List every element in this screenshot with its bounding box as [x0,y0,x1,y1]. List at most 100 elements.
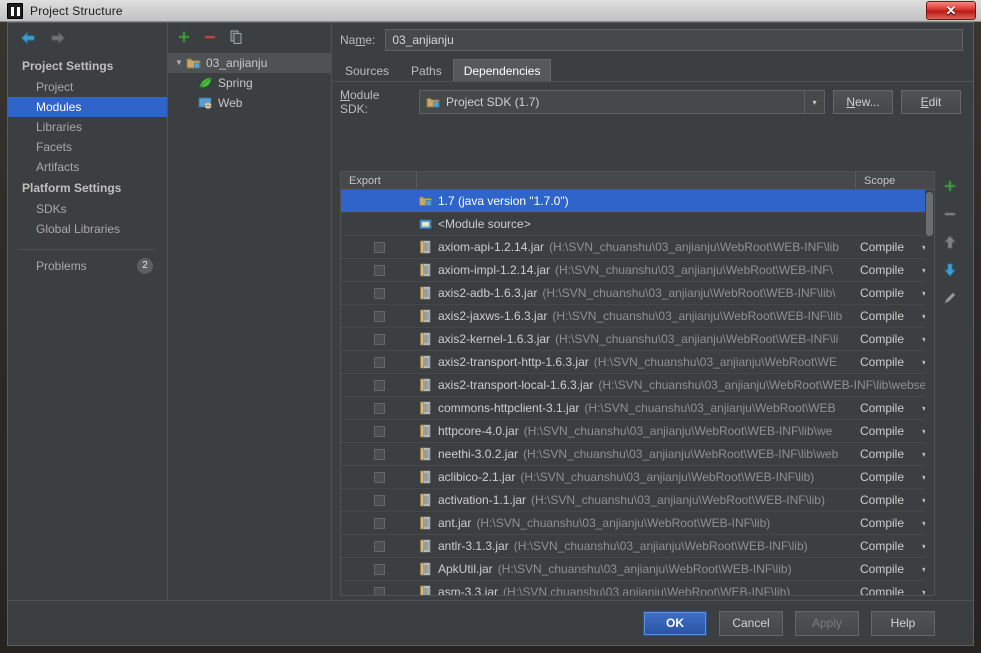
sidebar-item-project[interactable]: Project [8,77,167,97]
table-scrollbar[interactable] [925,190,934,595]
table-row[interactable]: axiom-impl-1.2.14.jar (H:\SVN_chuanshu\03… [341,259,934,282]
column-header-scope[interactable]: Scope [856,172,934,189]
copy-icon[interactable] [228,29,244,45]
table-row[interactable]: axiom-api-1.2.14.jar (H:\SVN_chuanshu\03_… [341,236,934,259]
column-header-export[interactable]: Export [341,172,417,189]
export-checkbox[interactable] [373,563,385,575]
tree-node-module[interactable]: ▼ 03_anjianju [168,53,331,73]
scope-value: Compile [860,309,905,323]
export-checkbox[interactable] [373,540,385,552]
dependency-name-cell: antlr-3.1.3.jar (H:\SVN_chuanshu\03_anjia… [417,539,856,553]
tab-paths[interactable]: Paths [400,59,453,81]
table-row[interactable]: antlr-3.1.3.jar (H:\SVN_chuanshu\03_anjia… [341,535,934,558]
export-checkbox[interactable] [373,448,385,460]
dependency-name: antlr-3.1.3.jar [438,539,509,553]
edit-sdk-button[interactable]: Edit [901,90,961,114]
table-row[interactable]: 1.7 (java version "1.7.0") [341,190,934,213]
export-cell [341,264,417,276]
ok-button[interactable]: OK [643,610,707,636]
scope-cell[interactable]: Compile ▾ [856,401,934,415]
export-checkbox[interactable] [373,517,385,529]
sidebar-item-problems[interactable]: Problems 2 [8,256,167,276]
edit-dependency-button[interactable] [941,289,959,307]
scope-cell[interactable]: Compile ▾ [856,424,934,438]
dependency-name-cell: httpcore-4.0.jar (H:\SVN_chuanshu\03_anji… [417,424,856,438]
chevron-down-icon[interactable]: ▼ [172,53,186,73]
module-sdk-row: Module SDK: Project SDK (1.7) ▾ New... E… [332,82,973,122]
scope-cell[interactable]: Compile ▾ [856,493,934,507]
scope-cell[interactable]: Compile ▾ [856,355,934,369]
table-row[interactable]: ApkUtil.jar (H:\SVN_chuanshu\03_anjianju\… [341,558,934,581]
cancel-button[interactable]: Cancel [719,610,783,636]
sidebar-item-facets[interactable]: Facets [8,137,167,157]
add-dependency-button[interactable] [941,177,959,195]
table-row[interactable]: <Module source> [341,213,934,236]
tab-dependencies[interactable]: Dependencies [452,59,552,81]
module-name-label: Name: [340,33,376,47]
export-checkbox[interactable] [373,333,385,345]
table-row[interactable]: ant.jar (H:\SVN_chuanshu\03_anjianju\WebR… [341,512,934,535]
dependency-name-cell: <Module source> [417,217,856,231]
column-header-name[interactable] [417,172,856,189]
export-checkbox[interactable] [373,379,385,391]
scope-cell[interactable]: Compile ▾ [856,240,934,254]
scope-cell[interactable]: Compile ▾ [856,309,934,323]
minus-icon[interactable] [202,29,218,45]
sidebar-group-project-settings: Project Settings [22,59,114,73]
export-checkbox[interactable] [373,241,385,253]
table-row[interactable]: axis2-transport-local-1.6.3.jar (H:\SVN_c… [341,374,934,397]
sidebar-item-sdks[interactable]: SDKs [8,199,167,219]
scope-value: Compile [860,332,905,346]
sidebar-item-global-libraries[interactable]: Global Libraries [8,219,167,239]
table-row[interactable]: activation-1.1.jar (H:\SVN_chuanshu\03_an… [341,489,934,512]
export-checkbox[interactable] [373,264,385,276]
scope-cell[interactable]: Compile ▾ [856,286,934,300]
tree-node-web[interactable]: Web [168,93,331,113]
tab-sources[interactable]: Sources [334,59,400,81]
table-row[interactable]: aclibico-2.1.jar (H:\SVN_chuanshu\03_anji… [341,466,934,489]
table-row[interactable]: neethi-3.0.2.jar (H:\SVN_chuanshu\03_anji… [341,443,934,466]
export-checkbox[interactable] [373,586,385,595]
help-button[interactable]: Help [871,610,935,636]
tree-node-spring[interactable]: Spring [168,73,331,93]
sidebar-item-artifacts[interactable]: Artifacts [8,157,167,177]
export-checkbox[interactable] [373,310,385,322]
scope-cell[interactable]: Compile ▾ [856,332,934,346]
table-row[interactable]: commons-httpclient-3.1.jar (H:\SVN_chuans… [341,397,934,420]
table-row[interactable]: axis2-jaxws-1.6.3.jar (H:\SVN_chuanshu\03… [341,305,934,328]
scope-cell[interactable]: Compile ▾ [856,585,934,595]
module-name-input[interactable] [385,29,963,51]
plus-icon[interactable] [176,29,192,45]
remove-dependency-button[interactable] [941,205,959,223]
scope-cell[interactable]: Compile ▾ [856,516,934,530]
table-row[interactable]: httpcore-4.0.jar (H:\SVN_chuanshu\03_anji… [341,420,934,443]
table-row[interactable]: asm-3.3.jar (H:\SVN chuanshu\03 anjianju\… [341,581,934,595]
scope-cell[interactable]: Compile ▾ [856,447,934,461]
table-row[interactable]: axis2-transport-http-1.6.3.jar (H:\SVN_ch… [341,351,934,374]
export-checkbox[interactable] [373,425,385,437]
scope-cell[interactable]: Compile ▾ [856,470,934,484]
module-sdk-select[interactable]: Project SDK (1.7) ▾ [419,90,825,114]
sidebar-item-modules[interactable]: Modules [8,97,167,117]
table-row[interactable]: axis2-kernel-1.6.3.jar (H:\SVN_chuanshu\0… [341,328,934,351]
sidebar-item-libraries[interactable]: Libraries [8,117,167,137]
chevron-down-icon[interactable]: ▾ [804,91,824,113]
close-icon[interactable]: ✕ [926,1,976,20]
export-checkbox[interactable] [373,356,385,368]
tree-node-module-label: 03_anjianju [206,56,268,70]
scope-cell[interactable]: Compile ▾ [856,263,934,277]
export-checkbox[interactable] [373,287,385,299]
new-sdk-button[interactable]: New... [833,90,893,114]
scope-cell[interactable]: Compile ▾ [856,562,934,576]
export-cell [341,540,417,552]
export-checkbox[interactable] [373,494,385,506]
move-up-button[interactable] [941,233,959,251]
export-checkbox[interactable] [373,471,385,483]
dependency-path: (H:\SVN_chuanshu\03_anjianju\WebRoot\WEB [584,401,836,415]
scope-cell[interactable]: Compile ▾ [856,539,934,553]
scrollbar-thumb[interactable] [926,192,933,236]
table-row[interactable]: axis2-adb-1.6.3.jar (H:\SVN_chuanshu\03_a… [341,282,934,305]
back-arrow-icon[interactable] [20,31,36,45]
export-checkbox[interactable] [373,402,385,414]
move-down-button[interactable] [941,261,959,279]
